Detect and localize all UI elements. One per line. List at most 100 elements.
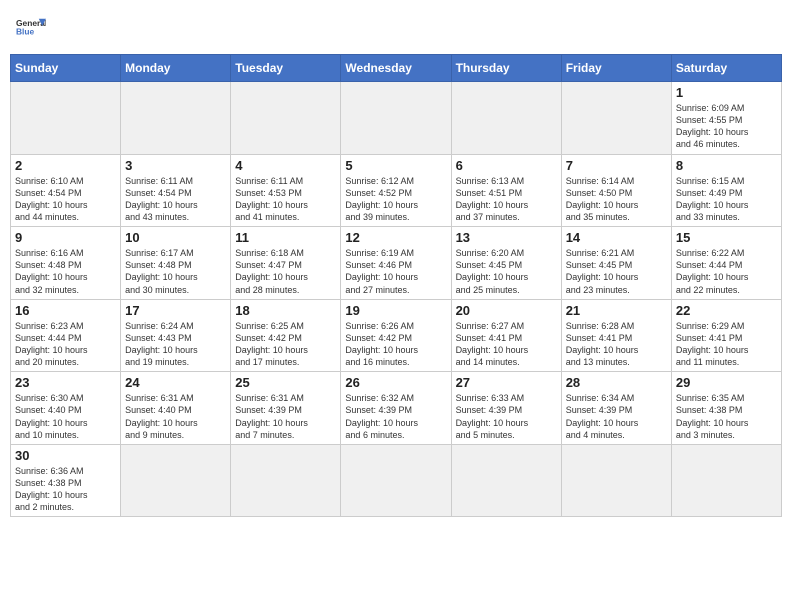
day-number-19: 19: [345, 303, 446, 318]
day-info-29: Sunrise: 6:35 AM Sunset: 4:38 PM Dayligh…: [676, 392, 777, 441]
calendar-cell-1: [121, 82, 231, 155]
day-number-23: 23: [15, 375, 116, 390]
calendar-cell-31: 26Sunrise: 6:32 AM Sunset: 4:39 PM Dayli…: [341, 372, 451, 445]
calendar-cell-25: 20 Sunrise: 6:27 AM Sunset: 4:41 PM Dayli…: [451, 299, 561, 372]
day-number-29: 29: [676, 375, 777, 390]
day-info-25: Sunrise: 6:31 AM Sunset: 4:39 PM Dayligh…: [235, 392, 336, 441]
day-info-28: Sunrise: 6:34 AM Sunset: 4:39 PM Dayligh…: [566, 392, 667, 441]
calendar-cell-3: [341, 82, 451, 155]
calendar-cell-16: 11 Sunrise: 6:18 AM Sunset: 4:47 PM Dayli…: [231, 227, 341, 300]
day-info-11: Sunrise: 6:18 AM Sunset: 4:47 PM Dayligh…: [235, 247, 336, 296]
calendar-cell-14: 9 Sunrise: 6:16 AM Sunset: 4:48 PM Daylig…: [11, 227, 121, 300]
calendar-cell-35: 30 Sunrise: 6:36 AM Sunset: 4:38 PM Dayli…: [11, 444, 121, 517]
calendar-cell-30: 25Sunrise: 6:31 AM Sunset: 4:39 PM Dayli…: [231, 372, 341, 445]
calendar-table: SundayMondayTuesdayWednesdayThursdayFrid…: [10, 54, 782, 517]
calendar-cell-21: 16 Sunrise: 6:23 AM Sunset: 4:44 PM Dayli…: [11, 299, 121, 372]
logo: General Blue: [16, 14, 46, 44]
calendar-cell-10: 5 Sunrise: 6:12 AM Sunset: 4:52 PM Daylig…: [341, 154, 451, 227]
calendar-cell-39: [451, 444, 561, 517]
weekday-header-wednesday: Wednesday: [341, 55, 451, 82]
day-number-6: 6: [456, 158, 557, 173]
day-info-20: Sunrise: 6:27 AM Sunset: 4:41 PM Dayligh…: [456, 320, 557, 369]
day-info-16: Sunrise: 6:23 AM Sunset: 4:44 PM Dayligh…: [15, 320, 116, 369]
day-number-26: 26: [345, 375, 446, 390]
day-info-23: Sunrise: 6:30 AM Sunset: 4:40 PM Dayligh…: [15, 392, 116, 441]
day-number-2: 2: [15, 158, 116, 173]
calendar-cell-41: [671, 444, 781, 517]
calendar-cell-0: [11, 82, 121, 155]
calendar-cell-7: 2 Sunrise: 6:10 AM Sunset: 4:54 PM Daylig…: [11, 154, 121, 227]
day-info-17: Sunrise: 6:24 AM Sunset: 4:43 PM Dayligh…: [125, 320, 226, 369]
day-info-24: Sunrise: 6:31 AM Sunset: 4:40 PM Dayligh…: [125, 392, 226, 441]
calendar-cell-15: 10 Sunrise: 6:17 AM Sunset: 4:48 PM Dayli…: [121, 227, 231, 300]
day-info-4: Sunrise: 6:11 AM Sunset: 4:53 PM Dayligh…: [235, 175, 336, 224]
calendar-row-4: 23 Sunrise: 6:30 AM Sunset: 4:40 PM Dayli…: [11, 372, 782, 445]
day-info-12: Sunrise: 6:19 AM Sunset: 4:46 PM Dayligh…: [345, 247, 446, 296]
calendar-cell-6: 1Sunrise: 6:09 AM Sunset: 4:55 PM Daylig…: [671, 82, 781, 155]
day-number-30: 30: [15, 448, 116, 463]
header: General Blue: [10, 10, 782, 48]
weekday-header-row: SundayMondayTuesdayWednesdayThursdayFrid…: [11, 55, 782, 82]
day-info-18: Sunrise: 6:25 AM Sunset: 4:42 PM Dayligh…: [235, 320, 336, 369]
day-number-16: 16: [15, 303, 116, 318]
day-number-1: 1: [676, 85, 777, 100]
calendar-cell-33: 28Sunrise: 6:34 AM Sunset: 4:39 PM Dayli…: [561, 372, 671, 445]
calendar-cell-20: 15Sunrise: 6:22 AM Sunset: 4:44 PM Dayli…: [671, 227, 781, 300]
calendar-cell-24: 19 Sunrise: 6:26 AM Sunset: 4:42 PM Dayli…: [341, 299, 451, 372]
day-info-14: Sunrise: 6:21 AM Sunset: 4:45 PM Dayligh…: [566, 247, 667, 296]
calendar-cell-37: [231, 444, 341, 517]
day-number-4: 4: [235, 158, 336, 173]
calendar-row-3: 16 Sunrise: 6:23 AM Sunset: 4:44 PM Dayli…: [11, 299, 782, 372]
calendar-cell-40: [561, 444, 671, 517]
calendar-row-0: 1Sunrise: 6:09 AM Sunset: 4:55 PM Daylig…: [11, 82, 782, 155]
day-info-2: Sunrise: 6:10 AM Sunset: 4:54 PM Dayligh…: [15, 175, 116, 224]
calendar-cell-5: [561, 82, 671, 155]
day-number-5: 5: [345, 158, 446, 173]
calendar-cell-27: 22Sunrise: 6:29 AM Sunset: 4:41 PM Dayli…: [671, 299, 781, 372]
calendar-cell-22: 17Sunrise: 6:24 AM Sunset: 4:43 PM Dayli…: [121, 299, 231, 372]
day-info-30: Sunrise: 6:36 AM Sunset: 4:38 PM Dayligh…: [15, 465, 116, 514]
day-info-21: Sunrise: 6:28 AM Sunset: 4:41 PM Dayligh…: [566, 320, 667, 369]
day-info-7: Sunrise: 6:14 AM Sunset: 4:50 PM Dayligh…: [566, 175, 667, 224]
day-number-21: 21: [566, 303, 667, 318]
weekday-header-thursday: Thursday: [451, 55, 561, 82]
day-info-8: Sunrise: 6:15 AM Sunset: 4:49 PM Dayligh…: [676, 175, 777, 224]
calendar-cell-32: 27 Sunrise: 6:33 AM Sunset: 4:39 PM Dayli…: [451, 372, 561, 445]
day-number-20: 20: [456, 303, 557, 318]
calendar-cell-11: 6Sunrise: 6:13 AM Sunset: 4:51 PM Daylig…: [451, 154, 561, 227]
day-info-13: Sunrise: 6:20 AM Sunset: 4:45 PM Dayligh…: [456, 247, 557, 296]
day-info-27: Sunrise: 6:33 AM Sunset: 4:39 PM Dayligh…: [456, 392, 557, 441]
weekday-header-saturday: Saturday: [671, 55, 781, 82]
day-number-9: 9: [15, 230, 116, 245]
calendar-cell-29: 24Sunrise: 6:31 AM Sunset: 4:40 PM Dayli…: [121, 372, 231, 445]
day-info-19: Sunrise: 6:26 AM Sunset: 4:42 PM Dayligh…: [345, 320, 446, 369]
calendar-cell-19: 14 Sunrise: 6:21 AM Sunset: 4:45 PM Dayli…: [561, 227, 671, 300]
calendar-row-5: 30 Sunrise: 6:36 AM Sunset: 4:38 PM Dayli…: [11, 444, 782, 517]
calendar-cell-36: [121, 444, 231, 517]
svg-text:Blue: Blue: [16, 26, 35, 36]
generalblue-logo-icon: General Blue: [16, 14, 46, 44]
calendar-cell-13: 8Sunrise: 6:15 AM Sunset: 4:49 PM Daylig…: [671, 154, 781, 227]
day-number-11: 11: [235, 230, 336, 245]
calendar-cell-23: 18 Sunrise: 6:25 AM Sunset: 4:42 PM Dayli…: [231, 299, 341, 372]
day-number-18: 18: [235, 303, 336, 318]
calendar-cell-34: 29 Sunrise: 6:35 AM Sunset: 4:38 PM Dayli…: [671, 372, 781, 445]
day-info-10: Sunrise: 6:17 AM Sunset: 4:48 PM Dayligh…: [125, 247, 226, 296]
calendar-cell-2: [231, 82, 341, 155]
weekday-header-tuesday: Tuesday: [231, 55, 341, 82]
calendar-cell-38: [341, 444, 451, 517]
day-number-22: 22: [676, 303, 777, 318]
day-number-15: 15: [676, 230, 777, 245]
day-info-9: Sunrise: 6:16 AM Sunset: 4:48 PM Dayligh…: [15, 247, 116, 296]
day-number-3: 3: [125, 158, 226, 173]
weekday-header-friday: Friday: [561, 55, 671, 82]
calendar-cell-17: 12Sunrise: 6:19 AM Sunset: 4:46 PM Dayli…: [341, 227, 451, 300]
day-number-27: 27: [456, 375, 557, 390]
weekday-header-monday: Monday: [121, 55, 231, 82]
calendar-row-2: 9 Sunrise: 6:16 AM Sunset: 4:48 PM Daylig…: [11, 227, 782, 300]
day-number-14: 14: [566, 230, 667, 245]
calendar-cell-26: 21 Sunrise: 6:28 AM Sunset: 4:41 PM Dayli…: [561, 299, 671, 372]
day-number-10: 10: [125, 230, 226, 245]
day-info-5: Sunrise: 6:12 AM Sunset: 4:52 PM Dayligh…: [345, 175, 446, 224]
calendar-cell-18: 13Sunrise: 6:20 AM Sunset: 4:45 PM Dayli…: [451, 227, 561, 300]
